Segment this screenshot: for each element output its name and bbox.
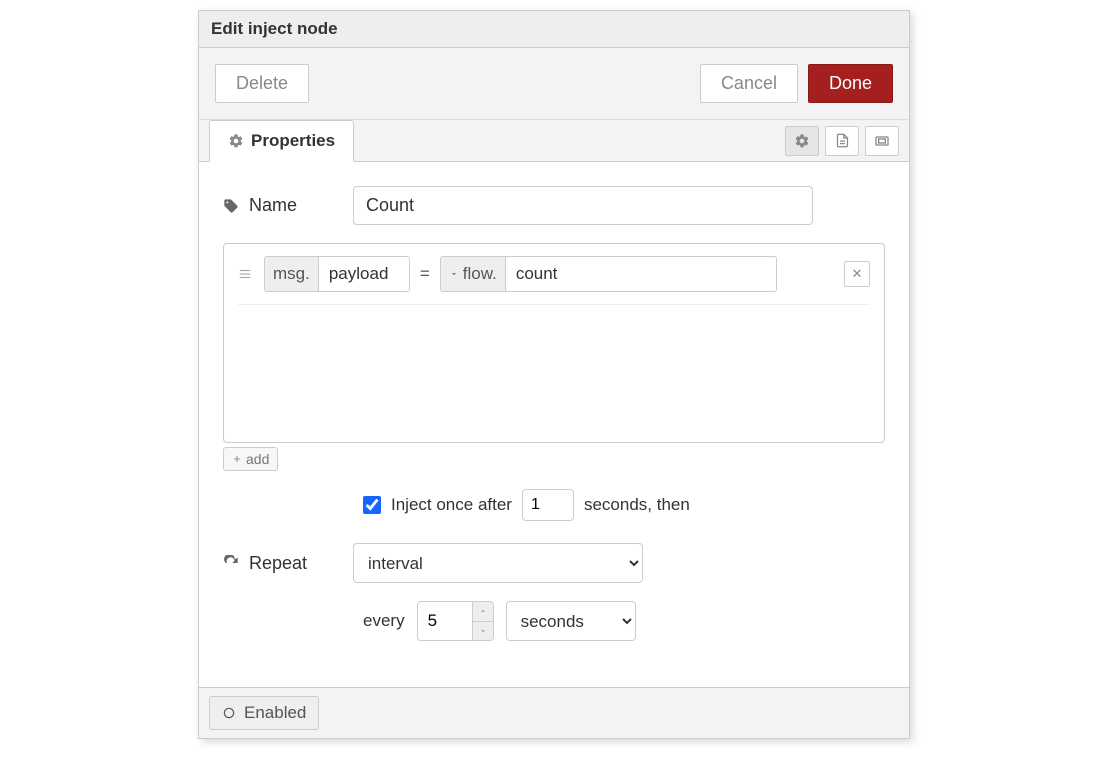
cancel-button[interactable]: Cancel: [700, 64, 798, 103]
tag-icon: [223, 198, 241, 214]
repeat-icon: [223, 555, 241, 571]
panel-footer: Enabled: [199, 687, 909, 738]
tabs-row: Properties: [199, 120, 909, 162]
edit-inject-panel: Edit inject node Delete Cancel Done Prop…: [198, 10, 910, 739]
plus-icon: [232, 454, 242, 464]
inject-once-label-after: seconds, then: [584, 495, 690, 515]
gear-icon: [794, 133, 810, 149]
gear-icon: [228, 133, 244, 149]
drag-handle-icon[interactable]: [238, 267, 256, 281]
value-type-input[interactable]: flow.: [440, 256, 777, 292]
spinner-up-button[interactable]: [473, 602, 493, 621]
msg-field-input[interactable]: [319, 257, 409, 291]
repeat-row: Repeat interval: [223, 543, 885, 583]
flow-prefix[interactable]: flow.: [441, 257, 506, 291]
inject-once-checkbox[interactable]: [363, 496, 381, 514]
name-row: Name: [223, 186, 885, 225]
action-button-row: Delete Cancel Done: [199, 48, 909, 120]
document-icon: [835, 133, 850, 148]
interval-unit-select[interactable]: seconds: [506, 601, 636, 641]
enabled-toggle-button[interactable]: Enabled: [209, 696, 319, 730]
equals-label: =: [418, 264, 432, 284]
name-input[interactable]: [353, 186, 813, 225]
settings-icon-button[interactable]: [785, 126, 819, 156]
frame-icon: [874, 133, 890, 149]
panel-title: Edit inject node: [199, 11, 909, 48]
properties-list: msg. = flow. ✕: [223, 243, 885, 443]
repeat-mode-select[interactable]: interval: [353, 543, 643, 583]
remove-row-button[interactable]: ✕: [844, 261, 870, 287]
name-label: Name: [249, 195, 297, 216]
inject-once-label-before: Inject once after: [391, 495, 512, 515]
appearance-icon-button[interactable]: [865, 126, 899, 156]
caret-up-icon: [479, 607, 487, 615]
inject-once-row: Inject once after seconds, then: [363, 489, 885, 521]
chevron-down-icon: [449, 269, 459, 279]
msg-property-input[interactable]: msg.: [264, 256, 410, 292]
repeat-label: Repeat: [249, 553, 307, 574]
property-row: msg. = flow. ✕: [238, 256, 870, 305]
caret-down-icon: [479, 627, 487, 635]
description-icon-button[interactable]: [825, 126, 859, 156]
every-label: every: [363, 611, 405, 631]
interval-value-spinner[interactable]: [417, 601, 494, 641]
tab-properties-label: Properties: [251, 131, 335, 151]
circle-icon: [222, 706, 236, 720]
interval-sub-row: every seconds: [363, 601, 885, 641]
form-body: Name msg. = flow.: [199, 162, 909, 657]
spinner-down-button[interactable]: [473, 621, 493, 641]
enabled-label: Enabled: [244, 703, 306, 723]
flow-field-input[interactable]: [506, 257, 776, 291]
msg-prefix: msg.: [265, 257, 319, 291]
add-button-label: add: [246, 451, 269, 467]
add-property-button[interactable]: add: [223, 447, 278, 471]
delete-button[interactable]: Delete: [215, 64, 309, 103]
tab-properties[interactable]: Properties: [209, 120, 354, 162]
interval-value-input[interactable]: [418, 602, 472, 640]
close-icon: ✕: [852, 266, 863, 282]
done-button[interactable]: Done: [808, 64, 893, 103]
inject-delay-input[interactable]: [522, 489, 574, 521]
